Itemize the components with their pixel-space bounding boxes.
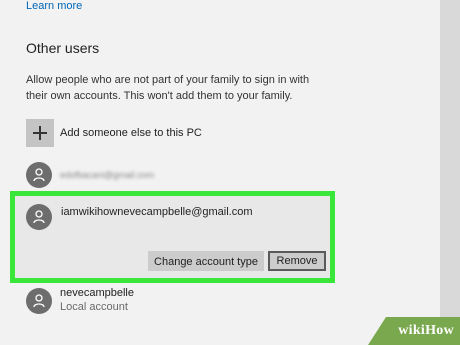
- change-account-type-button[interactable]: Change account type: [148, 251, 264, 271]
- add-someone-button[interactable]: Add someone else to this PC: [26, 118, 202, 148]
- learn-more-link[interactable]: Learn more: [26, 0, 82, 12]
- remove-button[interactable]: Remove: [268, 251, 326, 271]
- local-user-text: nevecampbelle Local account: [60, 286, 134, 314]
- user-avatar-icon: [26, 162, 52, 188]
- user-item-obscured[interactable]: edofbacani@gmail.com: [26, 162, 154, 188]
- settings-panel: Learn more Other users Allow people who …: [0, 0, 440, 345]
- add-someone-label: Add someone else to this PC: [60, 127, 202, 139]
- user-avatar-icon: [26, 204, 52, 230]
- user-item-local[interactable]: nevecampbelle Local account: [26, 286, 134, 314]
- selected-user-card[interactable]: iamwikihownevecampbelle@gmail.com Change…: [10, 191, 335, 283]
- other-users-title: Other users: [26, 40, 100, 56]
- user-email-obscured: edofbacani@gmail.com: [60, 170, 155, 180]
- local-user-type: Local account: [60, 301, 128, 313]
- local-user-name: nevecampbelle: [60, 287, 134, 299]
- other-users-description: Allow people who are not part of your fa…: [26, 74, 310, 102]
- selected-user-email: iamwikihownevecampbelle@gmail.com: [61, 206, 253, 218]
- plus-icon: [26, 119, 54, 147]
- user-avatar-icon: [26, 288, 52, 314]
- selected-user-row: iamwikihownevecampbelle@gmail.com: [26, 204, 253, 230]
